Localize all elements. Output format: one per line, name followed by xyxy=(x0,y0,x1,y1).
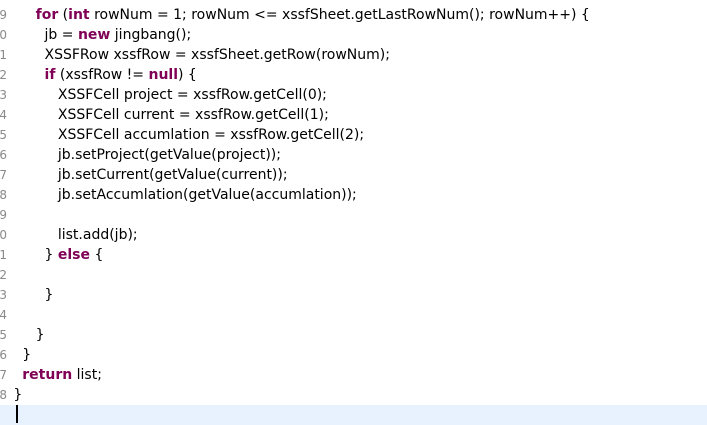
code-line[interactable]: XSSFCell current = xssfRow.getCell(1); xyxy=(0,105,707,125)
code-line[interactable]: } xyxy=(0,325,707,345)
code-line[interactable]: XSSFCell accumlation = xssfRow.getCell(2… xyxy=(0,125,707,145)
code-text: XSSFCell accumlation = xssfRow.getCell(2… xyxy=(57,127,365,143)
code-line[interactable]: if (xssfRow != null) { xyxy=(0,65,707,85)
code-text: list.add(jb); xyxy=(57,227,138,243)
code-text: XSSFCell project = xssfRow.getCell(0); xyxy=(57,87,327,103)
code-line[interactable]: jb.setProject(getValue(project)); xyxy=(0,145,707,165)
code-line[interactable] xyxy=(0,305,707,325)
code-line[interactable]: jb = new jingbang(); xyxy=(0,25,707,45)
code-text: (xssfRow != xyxy=(55,67,149,83)
code-editor[interactable]: 901234567890123456789 for (int rowNum = … xyxy=(0,0,707,425)
code-text: ( xyxy=(58,7,69,23)
code-line[interactable]: } xyxy=(0,385,707,405)
code-line[interactable] xyxy=(0,265,707,285)
code-line[interactable] xyxy=(0,205,707,225)
code-text: jingbang(); xyxy=(110,27,192,43)
code-text: jb.setAccumlation(getValue(accumlation))… xyxy=(57,187,357,203)
code-line[interactable]: XSSFCell project = xssfRow.getCell(0); xyxy=(0,85,707,105)
code-keyword: if xyxy=(44,67,56,83)
code-line[interactable]: for (int rowNum = 1; rowNum <= xssfSheet… xyxy=(0,5,707,25)
code-line[interactable]: list.add(jb); xyxy=(0,225,707,245)
code-text: ) { xyxy=(178,67,197,83)
code-keyword: int xyxy=(68,7,90,23)
code-text: } xyxy=(35,327,45,343)
code-text: } xyxy=(22,347,32,363)
code-line[interactable]: } xyxy=(0,285,707,305)
code-line[interactable]: jb.setCurrent(getValue(current)); xyxy=(0,165,707,185)
code-text: } xyxy=(44,247,58,263)
code-text: } xyxy=(44,287,54,303)
code-text: jb.setProject(getValue(project)); xyxy=(57,147,281,163)
code-keyword: else xyxy=(57,247,90,263)
code-line[interactable] xyxy=(0,405,707,425)
code-area[interactable]: for (int rowNum = 1; rowNum <= xssfSheet… xyxy=(0,0,707,425)
code-line[interactable]: XSSFRow xssfRow = xssfSheet.getRow(rowNu… xyxy=(0,45,707,65)
code-text: { xyxy=(90,247,104,263)
code-keyword: return xyxy=(22,367,73,383)
text-caret xyxy=(16,405,18,423)
code-text: jb.setCurrent(getValue(current)); xyxy=(57,167,288,183)
code-text: list; xyxy=(72,367,102,383)
code-line[interactable]: } xyxy=(0,345,707,365)
code-text: XSSFRow xssfRow = xssfSheet.getRow(rowNu… xyxy=(44,47,390,63)
code-line[interactable]: } else { xyxy=(0,245,707,265)
code-text: rowNum = 1; rowNum <= xssfSheet.getLastR… xyxy=(89,7,590,23)
code-text: jb = xyxy=(44,27,78,43)
code-keyword: null xyxy=(148,67,179,83)
code-text: XSSFCell current = xssfRow.getCell(1); xyxy=(57,107,329,123)
code-keyword: for xyxy=(35,7,59,23)
code-keyword: new xyxy=(77,27,111,43)
code-line[interactable]: return list; xyxy=(0,365,707,385)
code-text: } xyxy=(13,387,23,403)
code-line[interactable]: jb.setAccumlation(getValue(accumlation))… xyxy=(0,185,707,205)
